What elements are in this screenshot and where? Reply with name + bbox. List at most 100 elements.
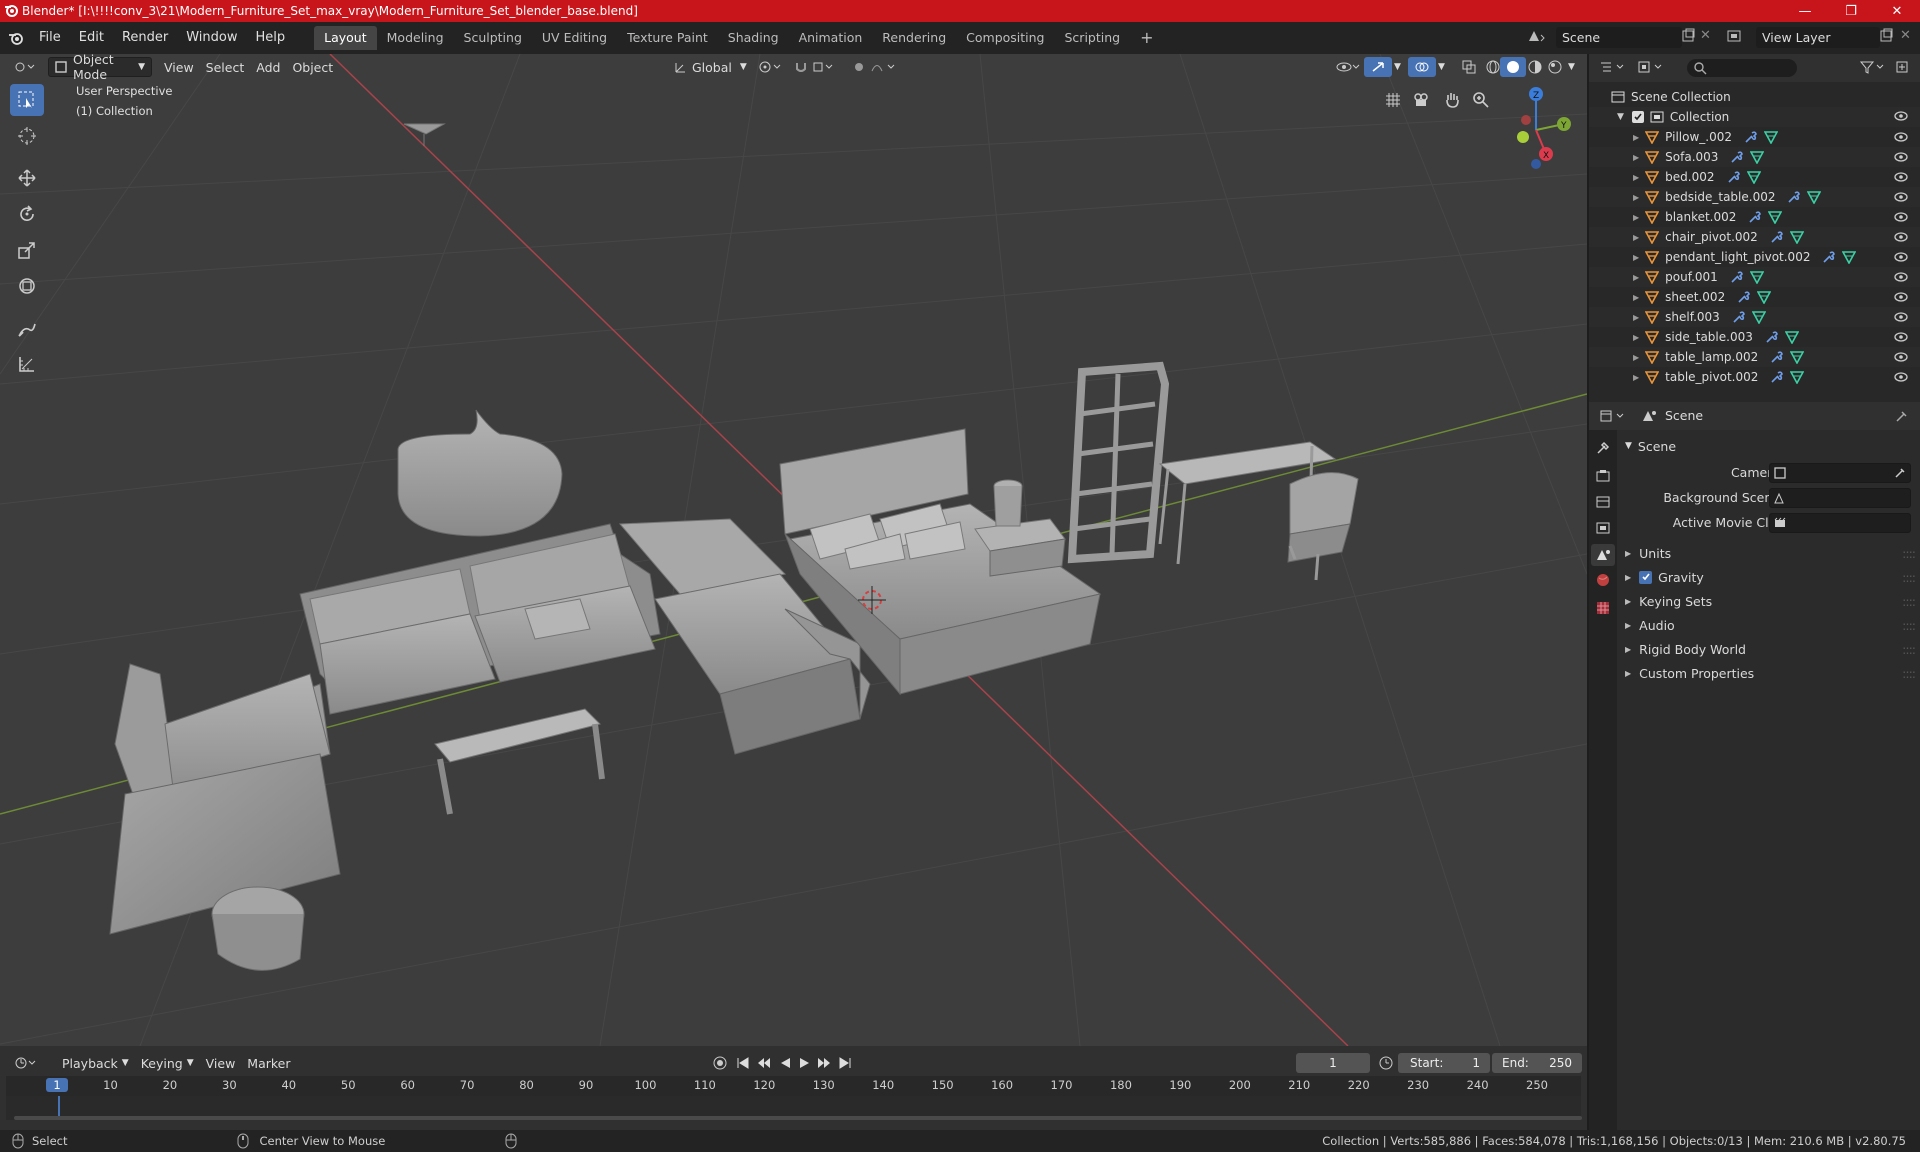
expand-chevron-icon[interactable]: ▶ [1633,373,1639,382]
timeline-track[interactable] [6,1096,1582,1120]
mesh-data-icon[interactable] [1757,290,1772,304]
mesh-data-icon[interactable] [1790,350,1805,364]
filter-icon[interactable] [1859,60,1887,74]
visibility-eye-icon[interactable] [1894,151,1908,163]
modifier-wrench-icon[interactable] [1727,170,1741,184]
outliner-object-row[interactable]: ▶ chair_pivot.002 [1589,227,1920,247]
proportional-edit-icon[interactable] [846,57,904,77]
move-tool-icon[interactable] [10,162,44,194]
expand-chevron-icon[interactable]: ▶ [1633,193,1639,202]
expand-chevron-icon[interactable]: ▶ [1633,213,1639,222]
tab-animation[interactable]: Animation [789,26,873,50]
editor-type-icon[interactable] [8,57,42,77]
menu-file[interactable]: File [30,25,70,51]
subpanel-header[interactable]: ▶ Keying Sets:::: [1625,591,1916,611]
drag-handle-icon[interactable]: :::: [1902,642,1916,657]
new-scene-icon[interactable] [1680,28,1696,44]
tab-rendering[interactable]: Rendering [872,26,956,50]
modifier-wrench-icon[interactable] [1732,310,1746,324]
timeline-editor-type-icon[interactable] [8,1053,46,1073]
drag-handle-icon[interactable]: :::: [1902,594,1916,609]
menu-help[interactable]: Help [247,25,295,51]
scene-tab-icon[interactable] [1591,544,1615,566]
tab-shading[interactable]: Shading [718,26,789,50]
start-frame-field[interactable]: Start: 1 [1398,1053,1490,1073]
gizmo-dropdown-icon[interactable]: ▼ [1388,57,1407,77]
visibility-eye-icon[interactable] [1894,191,1908,203]
viewport-menu-add[interactable]: Add [250,57,286,77]
tab-scripting[interactable]: Scripting [1055,26,1131,50]
mesh-data-icon[interactable] [1842,250,1857,264]
timeline-keying-menu[interactable]: Keying ▼ [135,1053,200,1073]
jump-end-icon[interactable] [838,1055,852,1071]
collection-checkbox[interactable] [1631,111,1644,123]
outliner-object-row[interactable]: ▶ shelf.003 [1589,307,1920,327]
maximize-button[interactable]: ❐ [1828,0,1874,22]
background-scene-field[interactable] [1769,488,1911,508]
expand-chevron-icon[interactable]: ▶ [1633,253,1639,262]
active-movie-clip-field[interactable] [1769,513,1911,533]
overlays-dropdown-icon[interactable]: ▼ [1432,57,1451,77]
tab-sculpting[interactable]: Sculpting [454,26,532,50]
expand-chevron-icon[interactable]: ▶ [1633,133,1639,142]
camera-view-icon[interactable] [1412,88,1434,112]
viewport-menu-select[interactable]: Select [200,57,251,77]
zoom-icon[interactable] [1471,88,1493,112]
visibility-eye-icon[interactable] [1894,371,1908,383]
camera-field[interactable] [1769,463,1911,483]
timeline-scrollbar[interactable] [14,1116,1582,1120]
view-layer-tab-icon[interactable] [1595,520,1611,536]
mesh-data-icon[interactable] [1751,310,1766,324]
render-tab-icon[interactable] [1595,468,1611,484]
modifier-wrench-icon[interactable] [1765,330,1779,344]
modifier-wrench-icon[interactable] [1730,270,1744,284]
mesh-data-icon[interactable] [1768,210,1783,224]
visibility-eye-icon[interactable] [1894,331,1908,343]
subpanel-header[interactable]: ▶ Units:::: [1625,543,1916,563]
outliner-collection-row[interactable]: ▼ Collection [1589,107,1920,127]
outliner-object-row[interactable]: ▶ blanket.002 [1589,207,1920,227]
tab-modeling[interactable]: Modeling [377,26,454,50]
new-collection-icon[interactable] [1895,60,1911,74]
tab-layout[interactable]: Layout [314,26,377,50]
outliner-object-row[interactable]: ▶ Sofa.003 [1589,147,1920,167]
modifier-wrench-icon[interactable] [1770,230,1784,244]
collapse-chevron-icon[interactable]: ▼ [1617,112,1624,122]
visibility-eye-icon[interactable] [1894,271,1908,283]
mesh-data-icon[interactable] [1764,130,1779,144]
pin-icon[interactable] [1895,409,1909,423]
scene-selector[interactable]: Scene [1556,27,1682,48]
preview-range-clock-icon[interactable] [1378,1055,1394,1071]
outliner-object-row[interactable]: ▶ bed.002 [1589,167,1920,187]
jump-start-icon[interactable] [736,1055,750,1071]
visibility-eye-icon[interactable] [1894,251,1908,263]
outliner-object-row[interactable]: ▶ table_lamp.002 [1589,347,1920,367]
properties-editor-type-icon[interactable] [1599,409,1627,423]
subpanel-header[interactable]: ▶ Audio:::: [1625,615,1916,635]
output-tab-icon[interactable] [1595,494,1611,510]
timeline-view-menu[interactable]: View [200,1053,242,1073]
modifier-wrench-icon[interactable] [1737,290,1751,304]
outliner-scene-collection-row[interactable]: Scene Collection [1589,87,1920,107]
subpanel-header[interactable]: ▶ Custom Properties:::: [1625,663,1916,683]
mesh-data-icon[interactable] [1789,230,1804,244]
world-tab-icon[interactable] [1595,572,1611,588]
view-layer-selector[interactable]: View Layer [1756,27,1880,48]
transform-orientation-dropdown[interactable]: Global ▼ [668,57,753,77]
expand-chevron-icon[interactable]: ▶ [1633,333,1639,342]
new-view-layer-icon[interactable] [1878,28,1894,44]
pan-hand-icon[interactable] [1441,88,1463,112]
expand-chevron-icon[interactable]: ▶ [1633,313,1639,322]
prev-keyframe-icon[interactable] [756,1055,772,1071]
visibility-eye-icon[interactable] [1894,351,1908,363]
outliner-object-row[interactable]: ▶ table_pivot.002 [1589,367,1920,387]
add-workspace-icon[interactable]: + [1130,26,1163,50]
expand-chevron-icon[interactable]: ▶ [1633,353,1639,362]
next-keyframe-icon[interactable] [816,1055,832,1071]
drag-handle-icon[interactable]: :::: [1902,666,1916,681]
drag-handle-icon[interactable]: :::: [1902,618,1916,633]
timeline-playback-menu[interactable]: Playback ▼ [56,1053,135,1073]
record-icon[interactable] [712,1055,728,1071]
expand-chevron-icon[interactable]: ▶ [1633,153,1639,162]
subpanel-header[interactable]: ▶ Rigid Body World:::: [1625,639,1916,659]
